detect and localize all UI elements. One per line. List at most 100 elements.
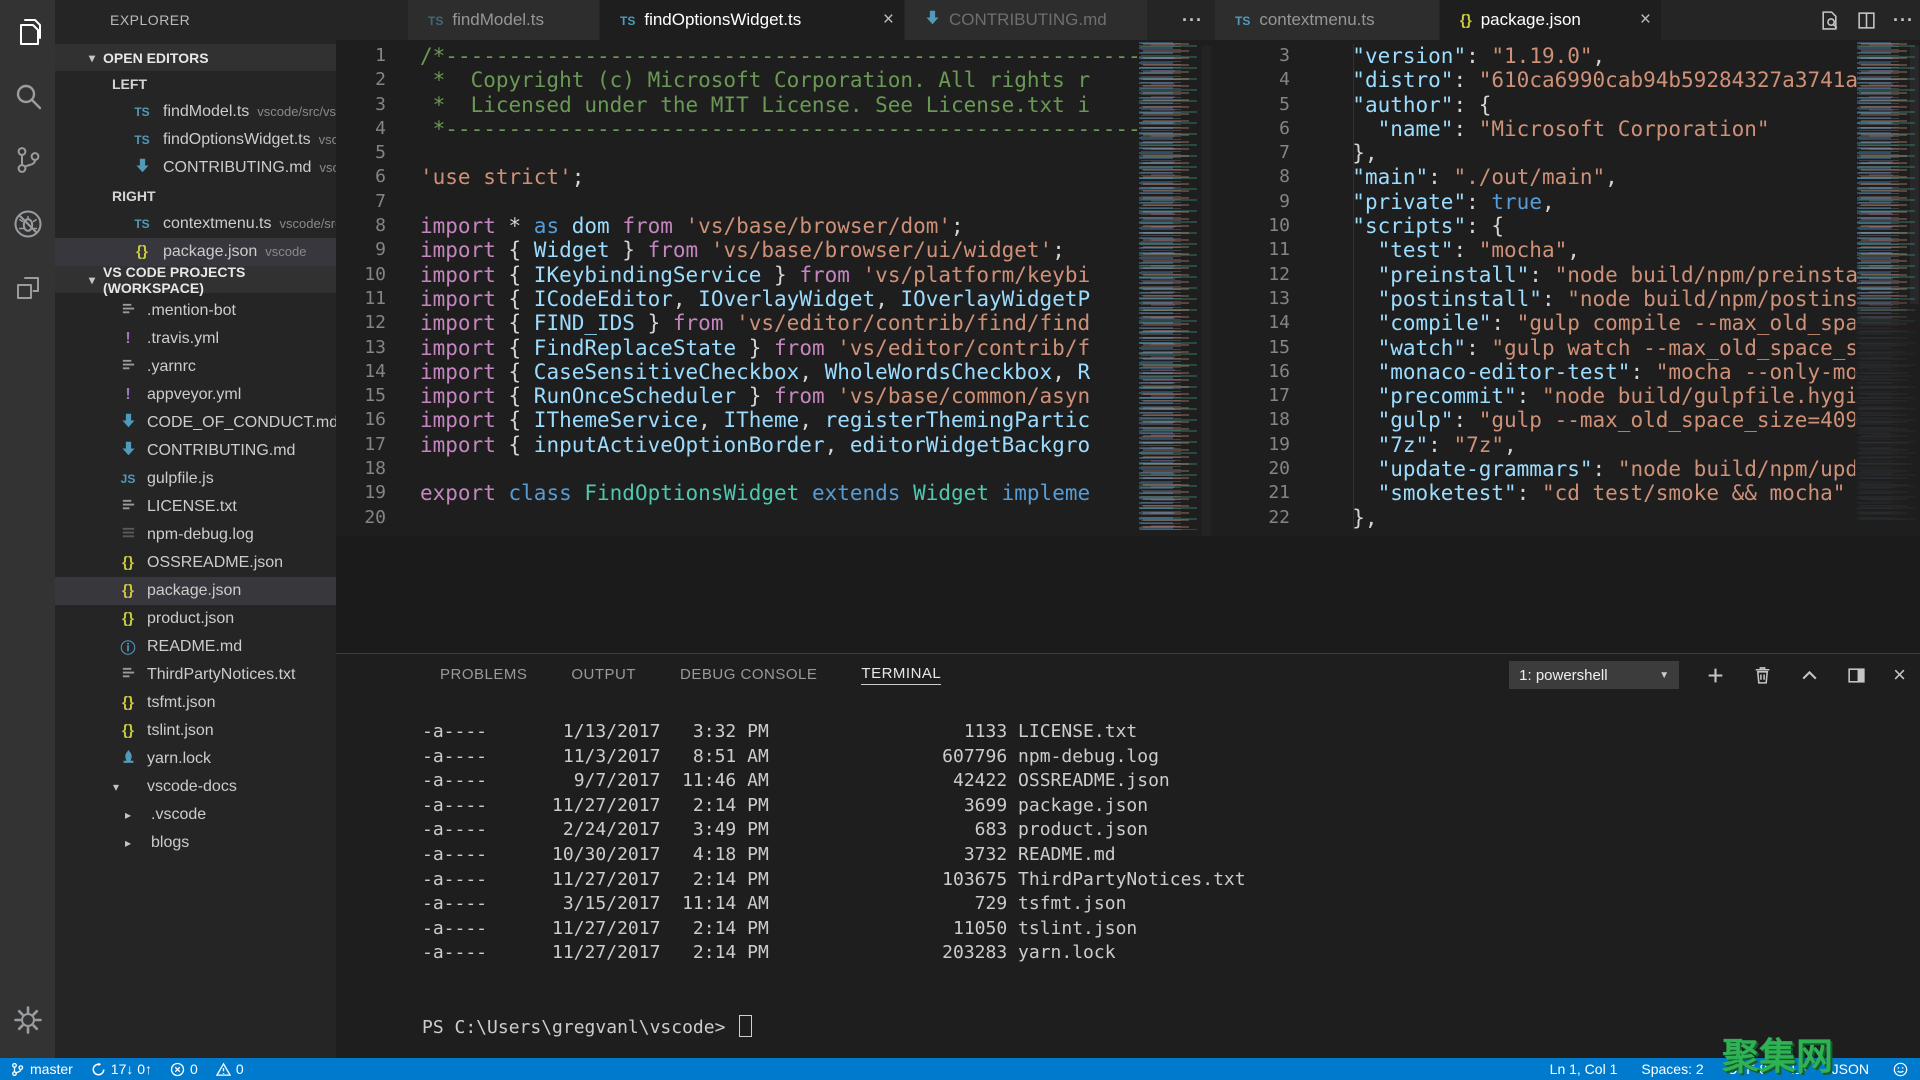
status-errors[interactable]: 0 [170, 1061, 198, 1077]
tab-findModel.ts[interactable]: TS findModel.ts [408, 0, 600, 40]
activitybar-explorer[interactable] [0, 0, 55, 64]
split-editor-button[interactable] [1856, 10, 1877, 31]
feedback-smiley-button[interactable] [1893, 1062, 1908, 1077]
tree-item[interactable]: ! .travis.yml [55, 325, 336, 353]
tree-folder-label: .vscode [151, 806, 207, 823]
status-eol[interactable]: LF [1791, 1061, 1807, 1077]
status-encoding[interactable]: UTF-8 [1728, 1061, 1768, 1077]
close-icon[interactable]: × [875, 9, 894, 31]
editor-body-left[interactable]: 1 2 3 4 5 6 7 8 9 10 11 12 13 14 15 16 17 18 19 20 /*-------… [336, 40, 1215, 653]
tree-item[interactable]: {} tslint.json [55, 717, 336, 745]
open-editor-item[interactable]: CONTRIBUTING.mdvscode [55, 154, 336, 182]
open-editor-label: findOptionsWidget.tsvsco... [163, 131, 336, 149]
editor-scrollbar[interactable] [1910, 46, 1919, 304]
tree-item[interactable]: .mention-bot [55, 297, 336, 325]
tab-contextmenu.ts[interactable]: TS contextmenu.ts [1215, 0, 1440, 40]
tree-item[interactable]: {} tsfmt.json [55, 689, 336, 717]
maximize-panel-button[interactable] [1799, 665, 1820, 686]
close-icon[interactable]: × [1632, 9, 1651, 31]
tree-item-label: tslint.json [147, 722, 214, 739]
tree-item[interactable]: {} product.json [55, 605, 336, 633]
open-editors-header[interactable]: ▾ OPEN EDITORS [55, 44, 336, 71]
new-terminal-button[interactable] [1705, 665, 1726, 686]
tree-item[interactable]: CODE_OF_CONDUCT.md [55, 409, 336, 437]
tree-item[interactable]: ⓘ README.md [55, 633, 336, 661]
open-editor-item[interactable]: {} package.json vscode [55, 238, 336, 266]
close-panel-button[interactable]: × [1893, 664, 1906, 686]
error-icon [170, 1062, 185, 1077]
braces-file-icon: {} [122, 694, 134, 711]
tree-item[interactable]: {} OSSREADME.json [55, 549, 336, 577]
open-editor-detail: vsco... [318, 132, 336, 147]
tree-item[interactable]: yarn.lock [55, 745, 336, 773]
list-file-icon [118, 497, 138, 517]
code-line: import { IThemeService, ITheme, register… [420, 408, 1091, 433]
panel-tab-terminal[interactable]: TERMINAL [861, 665, 942, 685]
more-actions-button[interactable]: ··· [1893, 10, 1914, 31]
more-tabs-button[interactable]: ··· [1182, 0, 1203, 40]
status-language-mode[interactable]: JSON [1832, 1061, 1869, 1077]
editor-body-right[interactable]: 3 4 5 6 7 8 9 10 11 12 13 14 15 16 17 18 19 20 21 22 "versi… [1215, 40, 1920, 653]
tree-item[interactable]: {} package.json [55, 577, 336, 605]
open-editor-item[interactable]: TS findOptionsWidget.tsvsco... [55, 126, 336, 154]
status-sync[interactable]: 17↓ 0↑ [91, 1061, 152, 1077]
terminal-output[interactable]: -a---- 1/13/2017 3:32 PM 1133 LICENSE.tx… [422, 720, 1246, 1041]
tree-item[interactable]: ThirdPartyNotices.txt [55, 661, 336, 689]
status-indentation[interactable]: Spaces: 2 [1641, 1061, 1703, 1077]
tab-package.json[interactable]: {} package.json × [1440, 0, 1662, 40]
tab-label: contextmenu.ts [1259, 10, 1375, 29]
braces-file-icon: {} [122, 722, 134, 739]
open-editor-detail: vscode [265, 244, 307, 259]
terminal-picker-dropdown[interactable]: 1: powershell ▼ [1509, 661, 1680, 689]
tree-item[interactable]: .yarnrc [55, 353, 336, 381]
activitybar-debug[interactable] [0, 192, 55, 256]
status-errors-label: 0 [190, 1061, 198, 1077]
tree-item[interactable]: CONTRIBUTING.md [55, 437, 336, 465]
log-file-icon [118, 525, 138, 545]
status-cursor-position[interactable]: Ln 1, Col 1 [1550, 1061, 1618, 1077]
workspace-section-header[interactable]: ▾ VS CODE PROJECTS (WORKSPACE) [55, 264, 336, 296]
editor-scrollbar[interactable] [1202, 46, 1211, 546]
kill-terminal-button[interactable] [1752, 665, 1773, 686]
panel-tab-output[interactable]: OUTPUT [571, 666, 636, 685]
open-editor-item[interactable]: TS contextmenu.tsvscode/src/... [55, 210, 336, 238]
tree-item-label: yarn.lock [147, 750, 212, 767]
tab-CONTRIBUTING.md[interactable]: CONTRIBUTING.md [905, 0, 1148, 40]
tree-folder[interactable]: ▸ .vscode [55, 801, 336, 829]
code-line: * Copyright (c) Microsoft Corporation. A… [420, 68, 1091, 93]
code-line: "author": { [1352, 92, 1492, 117]
code-line: * Licensed under the MIT License. See Li… [420, 92, 1091, 117]
panel-tab-problems[interactable]: PROBLEMS [440, 666, 527, 685]
status-warnings[interactable]: 0 [215, 1061, 244, 1077]
tree-item[interactable]: LICENSE.txt [55, 493, 336, 521]
tree-item[interactable]: JS gulpfile.js [55, 465, 336, 493]
tab-findOptionsWidget.ts[interactable]: TS findOptionsWidget.ts × [600, 0, 905, 40]
open-preview-button[interactable] [1819, 10, 1840, 31]
code-line: "distro": "610ca6990cab94b59284327a3741a… [1352, 68, 1857, 93]
braces-file-icon: {} [122, 582, 134, 599]
activitybar-search[interactable] [0, 64, 55, 128]
minimap[interactable] [1137, 42, 1201, 530]
tree-item-label: LICENSE.txt [147, 498, 237, 515]
open-editors-header-label: OPEN EDITORS [103, 49, 209, 66]
status-warnings-label: 0 [235, 1061, 244, 1077]
tree-item[interactable]: npm-debug.log [55, 521, 336, 549]
status-git-branch[interactable]: master [10, 1061, 73, 1077]
tree-item-label: product.json [147, 610, 235, 627]
tree-folder[interactable]: ▾ vscode-docs [55, 773, 336, 801]
tree-item-label: ThirdPartyNotices.txt [147, 666, 296, 683]
open-editor-item[interactable]: TS findModel.tsvscode/src/vs/... [55, 98, 336, 126]
activitybar-settings[interactable] [0, 988, 55, 1052]
panel-tab-debug-console[interactable]: DEBUG CONSOLE [680, 666, 817, 685]
move-panel-button[interactable] [1846, 665, 1867, 686]
terminal-prompt: PS C:\Users\gregvanl\vscode> [422, 1017, 737, 1039]
activitybar-source-control[interactable] [0, 128, 55, 192]
tree-folder[interactable]: ▸ blogs [55, 829, 336, 857]
tree-item[interactable]: ! appveyor.yml [55, 381, 336, 409]
tab-label: package.json [1480, 10, 1581, 29]
activitybar-extensions[interactable] [0, 256, 55, 320]
code-line: /*--------------------------------------… [420, 44, 1137, 68]
